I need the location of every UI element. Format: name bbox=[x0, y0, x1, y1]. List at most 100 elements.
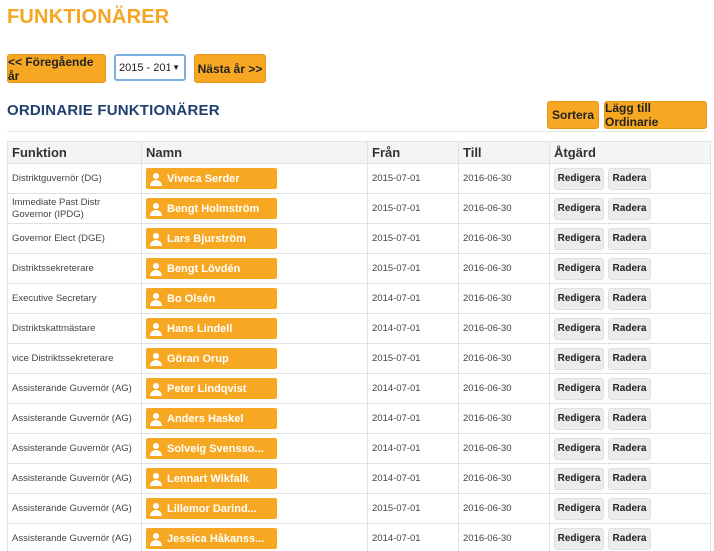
person-name-link[interactable]: Bengt Holmström bbox=[146, 198, 277, 219]
cell-funktion: Distriktskattmästare bbox=[7, 313, 142, 344]
chevron-down-icon: ▼ bbox=[170, 63, 180, 72]
cell-namn: Göran Orup bbox=[141, 343, 368, 374]
person-name-link[interactable]: Lennart Wikfalk bbox=[146, 468, 277, 489]
cell-atgard: Redigera Radera bbox=[549, 163, 711, 194]
cell-funktion: Executive Secretary bbox=[7, 283, 142, 314]
edit-button[interactable]: Redigera bbox=[554, 407, 604, 430]
person-name: Lennart Wikfalk bbox=[167, 472, 249, 485]
year-select[interactable]: 2015 - 2016 ▼ bbox=[114, 54, 186, 81]
edit-button[interactable]: Redigera bbox=[554, 527, 604, 550]
cell-fran: 2014-07-01 bbox=[367, 283, 459, 314]
edit-button[interactable]: Redigera bbox=[554, 347, 604, 370]
delete-button[interactable]: Radera bbox=[608, 317, 651, 340]
cell-fran: 2014-07-01 bbox=[367, 433, 459, 464]
cell-till: 2016-06-30 bbox=[458, 463, 550, 494]
column-header-fran[interactable]: Från bbox=[367, 141, 459, 164]
person-name: Lars Bjurström bbox=[167, 232, 246, 245]
edit-button[interactable]: Redigera bbox=[554, 287, 604, 310]
delete-button[interactable]: Radera bbox=[608, 407, 651, 430]
person-name-link[interactable]: Peter Lindqvist bbox=[146, 378, 277, 399]
section-title: ORDINARIE FUNKTIONÄRER bbox=[7, 102, 220, 119]
person-name-link[interactable]: Lillemor Darind... bbox=[146, 498, 277, 519]
edit-button[interactable]: Redigera bbox=[554, 197, 604, 220]
person-icon bbox=[149, 472, 163, 486]
person-name: Göran Orup bbox=[167, 352, 229, 365]
add-ordinary-button[interactable]: Lägg till Ordinarie bbox=[604, 101, 707, 129]
edit-button[interactable]: Redigera bbox=[554, 167, 604, 190]
table-row: Assisterande Guvernör (AG) Anders Haskel 2… bbox=[7, 403, 711, 434]
previous-year-button[interactable]: << Föregående år bbox=[7, 54, 106, 83]
column-header-till[interactable]: Till bbox=[458, 141, 550, 164]
edit-button[interactable]: Redigera bbox=[554, 437, 604, 460]
cell-namn: Jessica Håkanss... bbox=[141, 523, 368, 551]
cell-namn: Lennart Wikfalk bbox=[141, 463, 368, 494]
delete-button[interactable]: Radera bbox=[608, 197, 651, 220]
cell-atgard: Redigera Radera bbox=[549, 433, 711, 464]
person-name-link[interactable]: Solveig Svensso... bbox=[146, 438, 277, 459]
person-icon bbox=[149, 232, 163, 246]
cell-fran: 2015-07-01 bbox=[367, 253, 459, 284]
column-header-namn[interactable]: Namn bbox=[141, 141, 368, 164]
person-name: Jessica Håkanss... bbox=[167, 532, 265, 545]
delete-button[interactable]: Radera bbox=[608, 257, 651, 280]
edit-button[interactable]: Redigera bbox=[554, 377, 604, 400]
cell-atgard: Redigera Radera bbox=[549, 373, 711, 404]
cell-namn: Lars Bjurström bbox=[141, 223, 368, 254]
person-icon bbox=[149, 382, 163, 396]
person-name-link[interactable]: Bo Olsén bbox=[146, 288, 277, 309]
person-name: Anders Haskel bbox=[167, 412, 244, 425]
table-row: vice Distriktssekreterare Göran Orup 2015-… bbox=[7, 343, 711, 374]
person-icon bbox=[149, 262, 163, 276]
edit-button[interactable]: Redigera bbox=[554, 257, 604, 280]
cell-till: 2016-06-30 bbox=[458, 343, 550, 374]
delete-button[interactable]: Radera bbox=[608, 347, 651, 370]
delete-button[interactable]: Radera bbox=[608, 227, 651, 250]
cell-funktion: vice Distriktssekreterare bbox=[7, 343, 142, 374]
sort-button[interactable]: Sortera bbox=[547, 101, 599, 129]
table-row: Executive Secretary Bo Olsén 2014-07-01 201… bbox=[7, 283, 711, 314]
edit-button[interactable]: Redigera bbox=[554, 317, 604, 340]
cell-funktion: Distriktssekreterare bbox=[7, 253, 142, 284]
person-name-link[interactable]: Viveca Serder bbox=[146, 168, 277, 189]
cell-funktion: Governor Elect (DGE) bbox=[7, 223, 142, 254]
person-name-link[interactable]: Bengt Lövdén bbox=[146, 258, 277, 279]
cell-till: 2016-06-30 bbox=[458, 373, 550, 404]
person-icon bbox=[149, 412, 163, 426]
edit-button[interactable]: Redigera bbox=[554, 467, 604, 490]
table-row: Assisterande Guvernör (AG) Solveig Svenss… bbox=[7, 433, 711, 464]
person-name: Bo Olsén bbox=[167, 292, 216, 305]
cell-till: 2016-06-30 bbox=[458, 163, 550, 194]
table-row: Assisterande Guvernör (AG) Lennart Wikfal… bbox=[7, 463, 711, 494]
cell-funktion: Assisterande Guvernör (AG) bbox=[7, 403, 142, 434]
table-header-row: Funktion Namn Från Till Åtgärd bbox=[7, 141, 711, 164]
cell-fran: 2015-07-01 bbox=[367, 193, 459, 224]
delete-button[interactable]: Radera bbox=[608, 437, 651, 460]
person-name-link[interactable]: Göran Orup bbox=[146, 348, 277, 369]
person-icon bbox=[149, 502, 163, 516]
cell-till: 2016-06-30 bbox=[458, 493, 550, 524]
delete-button[interactable]: Radera bbox=[608, 467, 651, 490]
cell-funktion: Immediate Past Distr Governor (IPDG) bbox=[7, 193, 142, 224]
delete-button[interactable]: Radera bbox=[608, 377, 651, 400]
edit-button[interactable]: Redigera bbox=[554, 497, 604, 520]
cell-till: 2016-06-30 bbox=[458, 253, 550, 284]
cell-fran: 2015-07-01 bbox=[367, 493, 459, 524]
delete-button[interactable]: Radera bbox=[608, 527, 651, 550]
cell-till: 2016-06-30 bbox=[458, 433, 550, 464]
person-name-link[interactable]: Anders Haskel bbox=[146, 408, 277, 429]
person-name-link[interactable]: Lars Bjurström bbox=[146, 228, 277, 249]
cell-namn: Bo Olsén bbox=[141, 283, 368, 314]
cell-till: 2016-06-30 bbox=[458, 223, 550, 254]
person-name-link[interactable]: Jessica Håkanss... bbox=[146, 528, 277, 549]
cell-namn: Bengt Lövdén bbox=[141, 253, 368, 284]
next-year-button[interactable]: Nästa år >> bbox=[194, 54, 266, 83]
delete-button[interactable]: Radera bbox=[608, 167, 651, 190]
edit-button[interactable]: Redigera bbox=[554, 227, 604, 250]
person-icon bbox=[149, 322, 163, 336]
delete-button[interactable]: Radera bbox=[608, 287, 651, 310]
table-row: Distriktguvernör (DG) Viveca Serder 2015-0… bbox=[7, 163, 711, 194]
person-name-link[interactable]: Hans Lindell bbox=[146, 318, 277, 339]
person-icon bbox=[149, 352, 163, 366]
delete-button[interactable]: Radera bbox=[608, 497, 651, 520]
column-header-funktion[interactable]: Funktion bbox=[7, 141, 142, 164]
